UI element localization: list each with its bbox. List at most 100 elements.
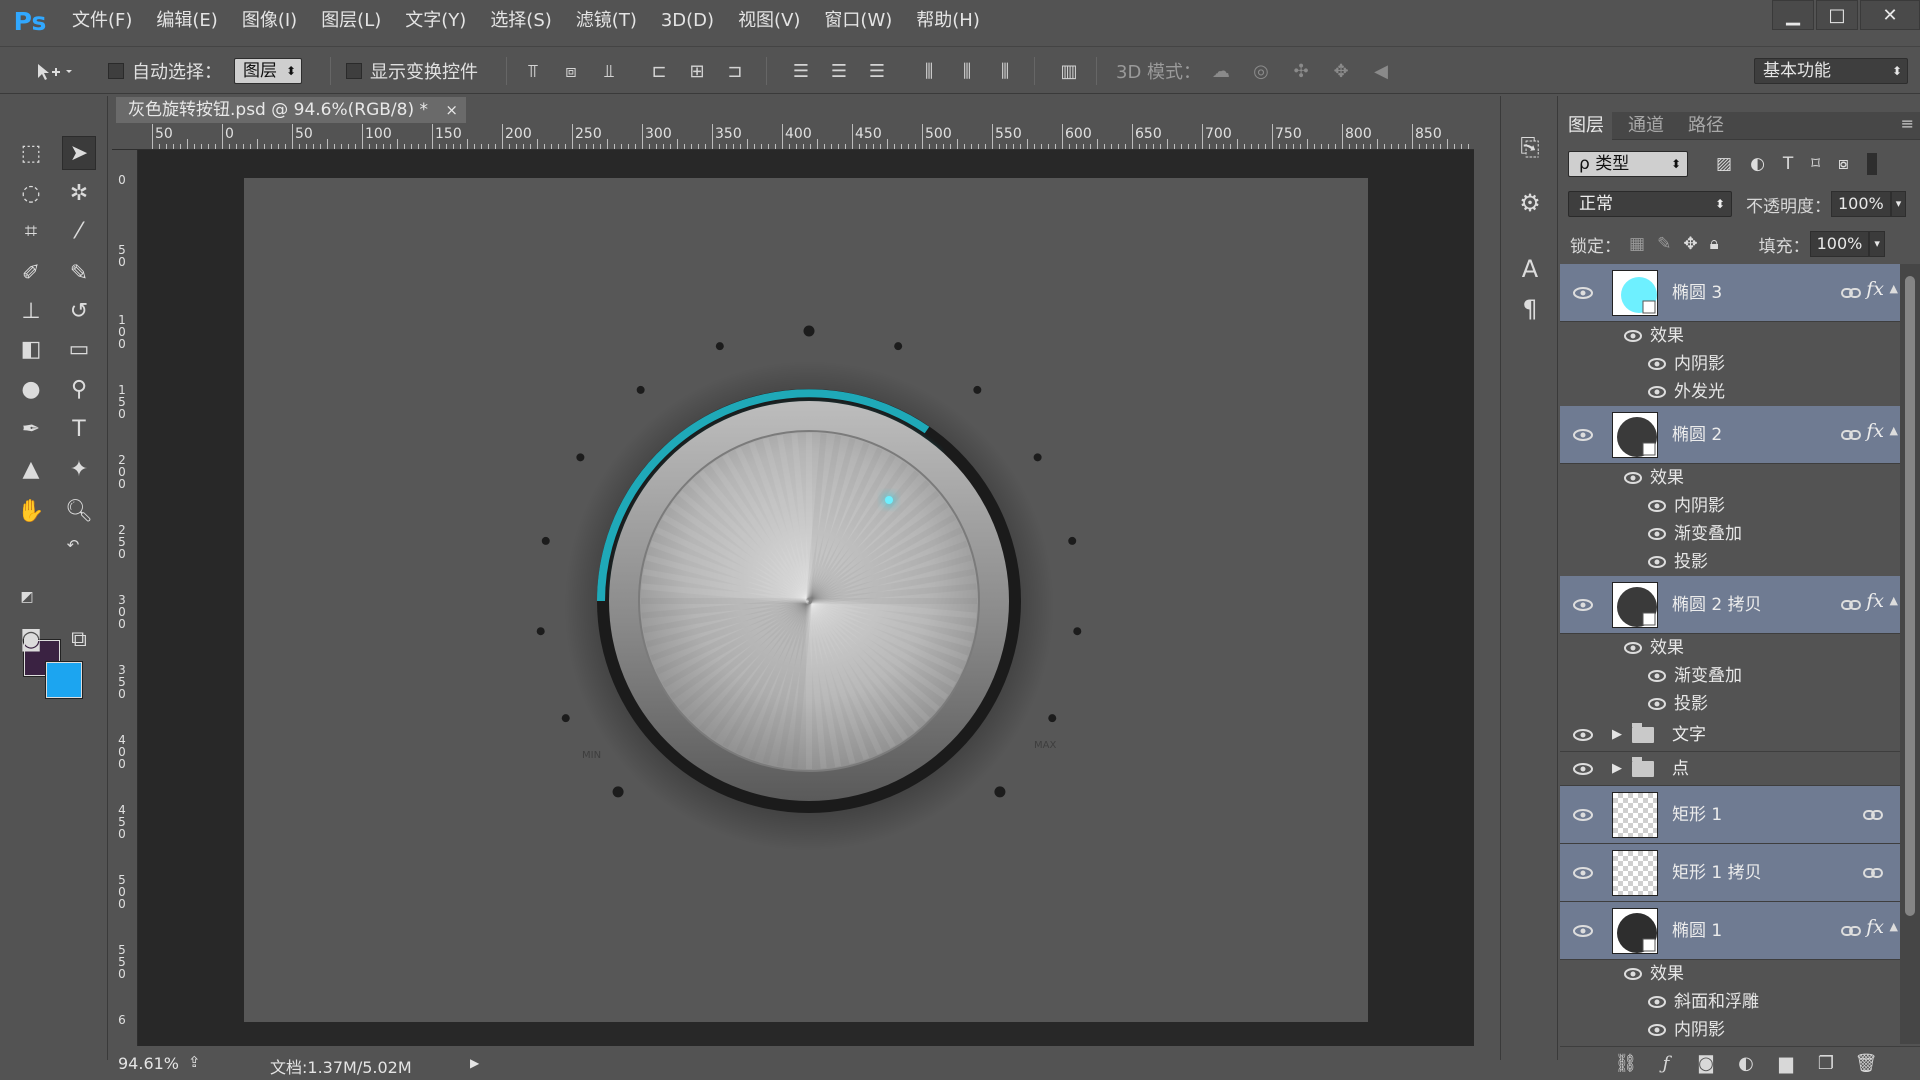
- effect-row-gradient-overlay[interactable]: 渐变叠加: [1610, 662, 1900, 690]
- adjustment-layer-icon[interactable]: ◐: [1734, 1053, 1758, 1075]
- workspace-dropdown[interactable]: 基本功能 ⬍: [1754, 58, 1908, 84]
- collapse-effects-icon[interactable]: ▲: [1890, 594, 1898, 607]
- effect-row-inner-shadow[interactable]: 内阴影: [1610, 492, 1900, 520]
- auto-select-dropdown[interactable]: 图层 ⬍: [234, 58, 302, 84]
- properties-panel-icon[interactable]: ⚙: [1515, 188, 1545, 218]
- add-style-icon[interactable]: ƒ: [1654, 1053, 1678, 1075]
- effect-row-drop-shadow[interactable]: 投影: [1610, 690, 1900, 718]
- healing-brush-tool-icon[interactable]: ✐: [14, 256, 48, 290]
- distribute-bottom-icon[interactable]: ☰: [866, 61, 888, 83]
- auto-select-checkbox[interactable]: [108, 63, 124, 79]
- history-brush-tool-icon[interactable]: ↺: [62, 294, 96, 328]
- layer-row-ellipse-1[interactable]: 椭圆 1 fx ▲: [1560, 902, 1900, 960]
- align-left-icon[interactable]: ⊏: [648, 61, 670, 83]
- close-tab-icon[interactable]: ×: [445, 97, 458, 123]
- brush-tool-icon[interactable]: ✎: [62, 256, 96, 290]
- orbit-3d-icon[interactable]: ☁: [1210, 61, 1232, 83]
- menu-file[interactable]: 文件(F): [60, 0, 144, 42]
- collapse-effects-icon[interactable]: ▲: [1890, 424, 1898, 437]
- visibility-eye-icon[interactable]: [1646, 356, 1668, 372]
- dodge-tool-icon[interactable]: ⚲: [62, 372, 96, 406]
- distribute-top-icon[interactable]: ☰: [790, 61, 812, 83]
- filter-toggle[interactable]: [1866, 153, 1877, 175]
- effect-row-outer-glow[interactable]: 外发光: [1610, 378, 1900, 406]
- layer-effects-icon[interactable]: fx: [1866, 590, 1884, 612]
- history-panel-icon[interactable]: ⎘: [1515, 132, 1545, 162]
- new-group-icon[interactable]: ▆: [1774, 1053, 1798, 1075]
- layer-group-text[interactable]: ▶ 文字: [1560, 718, 1900, 752]
- distribute-vcenter-icon[interactable]: ☰: [828, 61, 850, 83]
- default-colors-icon[interactable]: ◩: [16, 586, 38, 608]
- visibility-eye-icon[interactable]: [1622, 328, 1644, 344]
- tab-paths[interactable]: 路径: [1680, 112, 1732, 140]
- layer-row-rectangle-1-copy[interactable]: 矩形 1 拷贝: [1560, 844, 1900, 902]
- visibility-eye-icon[interactable]: [1646, 526, 1668, 542]
- collapse-effects-icon[interactable]: ▲: [1890, 282, 1898, 295]
- panel-menu-icon[interactable]: ≡: [1901, 114, 1914, 133]
- visibility-eye-icon[interactable]: [1572, 865, 1594, 881]
- share-icon[interactable]: ⇪: [188, 1053, 201, 1071]
- minimize-button[interactable]: ▁: [1772, 0, 1814, 30]
- paragraph-panel-icon[interactable]: ¶: [1515, 294, 1545, 324]
- clone-stamp-tool-icon[interactable]: ⊥: [14, 294, 48, 328]
- effects-row[interactable]: 效果: [1610, 960, 1900, 988]
- layer-row-ellipse-2-copy[interactable]: 椭圆 2 拷贝 fx ▲: [1560, 576, 1900, 634]
- layers-scrollbar[interactable]: [1900, 264, 1920, 1044]
- tab-layers[interactable]: 图层: [1560, 112, 1612, 140]
- visibility-eye-icon[interactable]: [1646, 498, 1668, 514]
- document-tab[interactable]: 灰色旋转按钮.psd @ 94.6%(RGB/8) * ×: [116, 97, 466, 123]
- zoom-value[interactable]: 94.61%: [118, 1054, 179, 1073]
- filter-shape-icon[interactable]: ⌑: [1811, 154, 1820, 174]
- lock-image-icon[interactable]: ✎: [1657, 234, 1671, 254]
- gradient-tool-icon[interactable]: ▭: [62, 332, 96, 366]
- menu-select[interactable]: 选择(S): [478, 0, 563, 42]
- visibility-eye-icon[interactable]: [1622, 966, 1644, 982]
- distribute-right-icon[interactable]: ⫼: [994, 61, 1016, 83]
- menu-3d[interactable]: 3D(D): [649, 0, 726, 42]
- filter-kind-dropdown[interactable]: ρ 类型 ⬍: [1568, 151, 1688, 177]
- scrollbar-thumb[interactable]: [1905, 276, 1915, 916]
- hand-tool-icon[interactable]: ✋: [14, 494, 48, 528]
- lock-transparent-icon[interactable]: ▦: [1629, 234, 1645, 254]
- menu-edit[interactable]: 编辑(E): [144, 0, 229, 42]
- scale-3d-icon[interactable]: ◀: [1370, 61, 1392, 83]
- roll-3d-icon[interactable]: ◎: [1250, 61, 1272, 83]
- character-panel-icon[interactable]: A: [1515, 254, 1545, 284]
- visibility-eye-icon[interactable]: [1572, 285, 1594, 301]
- custom-shape-tool-icon[interactable]: ✦: [62, 452, 96, 486]
- collapse-effects-icon[interactable]: ▲: [1890, 920, 1898, 933]
- visibility-eye-icon[interactable]: [1646, 668, 1668, 684]
- blur-tool-icon[interactable]: ●: [14, 372, 48, 406]
- visibility-eye-icon[interactable]: [1572, 727, 1594, 743]
- blend-mode-dropdown[interactable]: 正常 ⬍: [1568, 191, 1732, 217]
- distribute-hcenter-icon[interactable]: ⫼: [956, 61, 978, 83]
- lasso-tool-icon[interactable]: ◌: [14, 176, 48, 210]
- expand-group-icon[interactable]: ▶: [1612, 718, 1622, 752]
- eyedropper-tool-icon[interactable]: ⁄: [62, 214, 96, 248]
- artboard[interactable]: MIN MAX: [244, 178, 1368, 1022]
- visibility-eye-icon[interactable]: [1572, 923, 1594, 939]
- visibility-eye-icon[interactable]: [1622, 470, 1644, 486]
- fill-input[interactable]: 100%: [1809, 231, 1870, 257]
- filter-pixel-icon[interactable]: ▨: [1716, 154, 1732, 174]
- effect-row-inner-shadow[interactable]: 内阴影: [1610, 1016, 1900, 1044]
- align-vcenter-icon[interactable]: ⧈: [560, 61, 582, 83]
- filter-smart-object-icon[interactable]: ⧇: [1838, 154, 1849, 174]
- layer-row-rectangle-1[interactable]: 矩形 1: [1560, 786, 1900, 844]
- layer-effects-icon[interactable]: fx: [1866, 916, 1884, 938]
- canvas-area[interactable]: MIN MAX: [138, 150, 1474, 1046]
- visibility-eye-icon[interactable]: [1622, 640, 1644, 656]
- effects-row[interactable]: 效果: [1610, 634, 1900, 662]
- maximize-button[interactable]: □: [1816, 0, 1858, 30]
- fill-slider-arrow-icon[interactable]: ▾: [1869, 231, 1885, 257]
- effects-row[interactable]: 效果: [1610, 322, 1900, 350]
- quick-mask-icon[interactable]: ◙: [14, 622, 48, 656]
- menu-layer[interactable]: 图层(L): [309, 0, 393, 42]
- align-hcenter-icon[interactable]: ⊞: [686, 61, 708, 83]
- link-layers-icon[interactable]: ⛓: [1614, 1053, 1638, 1075]
- filter-type-icon[interactable]: T: [1783, 154, 1793, 174]
- effect-row-drop-shadow[interactable]: 投影: [1610, 548, 1900, 576]
- menu-type[interactable]: 文字(Y): [393, 0, 478, 42]
- effect-row-bevel-emboss[interactable]: 斜面和浮雕: [1610, 988, 1900, 1016]
- align-right-icon[interactable]: ⊐: [724, 61, 746, 83]
